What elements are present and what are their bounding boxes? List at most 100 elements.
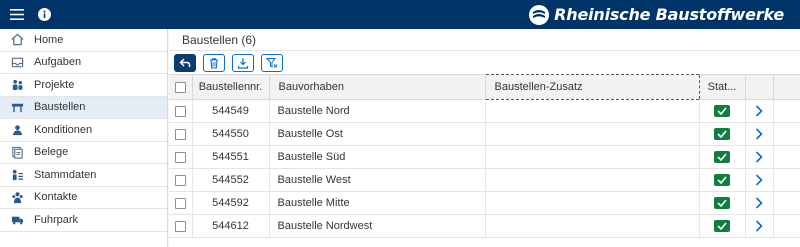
row-filler-cell [773, 122, 800, 146]
bauvorhaben-cell: Baustelle Nord [269, 99, 486, 123]
row-navigation-cell[interactable] [745, 122, 774, 146]
row-filler-cell [773, 168, 800, 192]
column-header-nr[interactable]: Baustellennr. [192, 74, 270, 100]
chevron-right-icon [755, 128, 763, 140]
sidebar-item-label: Kontakte [34, 191, 78, 204]
bauvorhaben-cell: Baustelle Nordwest [269, 214, 486, 238]
baustellennr-cell: 544549 [192, 99, 270, 123]
home-icon [0, 33, 34, 46]
sidebar-item-label: Konditionen [34, 123, 93, 136]
sidebar-item-fuhrpark[interactable]: Fuhrpark [0, 209, 167, 232]
baustellennr-cell: 544551 [192, 145, 270, 169]
master-data-icon [0, 168, 34, 181]
row-select-cell [169, 191, 193, 215]
clear-filter-button[interactable] [261, 53, 283, 72]
status-cell [699, 122, 746, 146]
documents-icon [0, 146, 34, 159]
zusatz-cell [485, 122, 700, 146]
sidebar-item-projekte[interactable]: Projekte [0, 74, 167, 97]
row-checkbox[interactable] [174, 128, 186, 140]
column-header-zusatz[interactable]: Baustellen-Zusatz [484, 74, 700, 100]
zusatz-cell [485, 145, 700, 169]
status-ok-icon [714, 151, 730, 164]
column-header-status[interactable]: Stat... [699, 74, 746, 100]
hamburger-icon [10, 9, 24, 20]
shell-bar: Rheinische Baustoffwerke [0, 0, 800, 29]
back-button[interactable] [174, 53, 196, 72]
sidebar-item-home[interactable]: Home [0, 29, 167, 52]
sidebar-item-kontakte[interactable]: Kontakte [0, 187, 167, 209]
inbox-icon [0, 56, 34, 69]
row-checkbox[interactable] [174, 105, 186, 117]
row-select-cell [169, 122, 193, 146]
row-select-cell [169, 99, 193, 123]
brand-name: Rheinische Baustoffwerke [554, 5, 784, 24]
clear-filter-icon [266, 57, 278, 68]
table-row[interactable]: 544612 Baustelle Nordwest [169, 214, 800, 238]
zusatz-cell [485, 214, 700, 238]
status-cell [699, 99, 746, 123]
sidebar-item-konditionen[interactable]: Konditionen [0, 119, 167, 142]
sidebar: Home Aufgaben Projekte Baustellen Kondit… [0, 29, 168, 247]
info-icon [37, 8, 51, 21]
status-cell [699, 191, 746, 215]
bauvorhaben-cell: Baustelle Süd [269, 145, 486, 169]
sidebar-item-baustellen[interactable]: Baustellen [0, 96, 167, 119]
sidebar-item-belege[interactable]: Belege [0, 142, 167, 164]
table-row[interactable]: 544550 Baustelle Ost [169, 122, 800, 146]
status-ok-icon [714, 105, 730, 118]
column-header-navigation [745, 74, 774, 100]
main-content: Baustellen (6) Baustellennr. Bauvorhaben… [169, 29, 800, 247]
table-row[interactable]: 544592 Baustelle Mitte [169, 191, 800, 215]
construction-icon [0, 101, 34, 114]
delete-button[interactable] [203, 53, 225, 72]
bauvorhaben-cell: Baustelle Mitte [269, 191, 486, 215]
trash-icon [210, 57, 218, 69]
row-navigation-cell[interactable] [745, 168, 774, 192]
table-row[interactable]: 544549 Baustelle Nord [169, 99, 800, 123]
table-row[interactable]: 544552 Baustelle West [169, 168, 800, 192]
download-button[interactable] [232, 53, 254, 72]
status-cell [699, 214, 746, 238]
status-ok-icon [714, 174, 730, 187]
sidebar-item-label: Stammdaten [34, 168, 97, 181]
status-ok-icon [714, 220, 730, 233]
row-checkbox[interactable] [174, 197, 186, 209]
zusatz-cell [485, 99, 700, 123]
zusatz-cell [485, 168, 700, 192]
table-toolbar [169, 51, 800, 74]
status-ok-icon [714, 128, 730, 141]
download-icon [237, 57, 249, 69]
info-button[interactable] [34, 0, 54, 29]
row-navigation-cell[interactable] [745, 214, 774, 238]
row-checkbox[interactable] [174, 151, 186, 163]
sidebar-item-label: Aufgaben [34, 56, 82, 69]
sidebar-item-aufgaben[interactable]: Aufgaben [0, 52, 167, 74]
chevron-right-icon [755, 197, 763, 209]
chevron-right-icon [755, 105, 763, 117]
sidebar-item-label: Belege [34, 146, 69, 159]
sidebar-item-label: Baustellen [34, 101, 86, 114]
table-row[interactable]: 544551 Baustelle Süd [169, 145, 800, 169]
row-filler-cell [773, 214, 800, 238]
column-header-vorhaben[interactable]: Bauvorhaben [269, 74, 486, 100]
contacts-icon [0, 191, 34, 204]
baustellen-table: Baustellennr. Bauvorhaben Baustellen-Zus… [169, 74, 800, 238]
row-navigation-cell[interactable] [745, 145, 774, 169]
baustellennr-cell: 544552 [192, 168, 270, 192]
status-cell [699, 168, 746, 192]
status-ok-icon [714, 197, 730, 210]
sidebar-item-stammdaten[interactable]: Stammdaten [0, 164, 167, 187]
status-cell [699, 145, 746, 169]
page-title: Baustellen (6) [169, 29, 800, 51]
people-icon [0, 78, 34, 91]
row-navigation-cell[interactable] [745, 191, 774, 215]
table-header-row: Baustellennr. Bauvorhaben Baustellen-Zus… [169, 74, 800, 100]
row-checkbox[interactable] [174, 220, 186, 232]
row-select-cell [169, 168, 193, 192]
select-all-checkbox[interactable] [174, 81, 186, 93]
row-checkbox[interactable] [174, 174, 186, 186]
row-navigation-cell[interactable] [745, 99, 774, 123]
hamburger-menu-button[interactable] [0, 0, 34, 29]
select-all-cell [169, 74, 193, 100]
